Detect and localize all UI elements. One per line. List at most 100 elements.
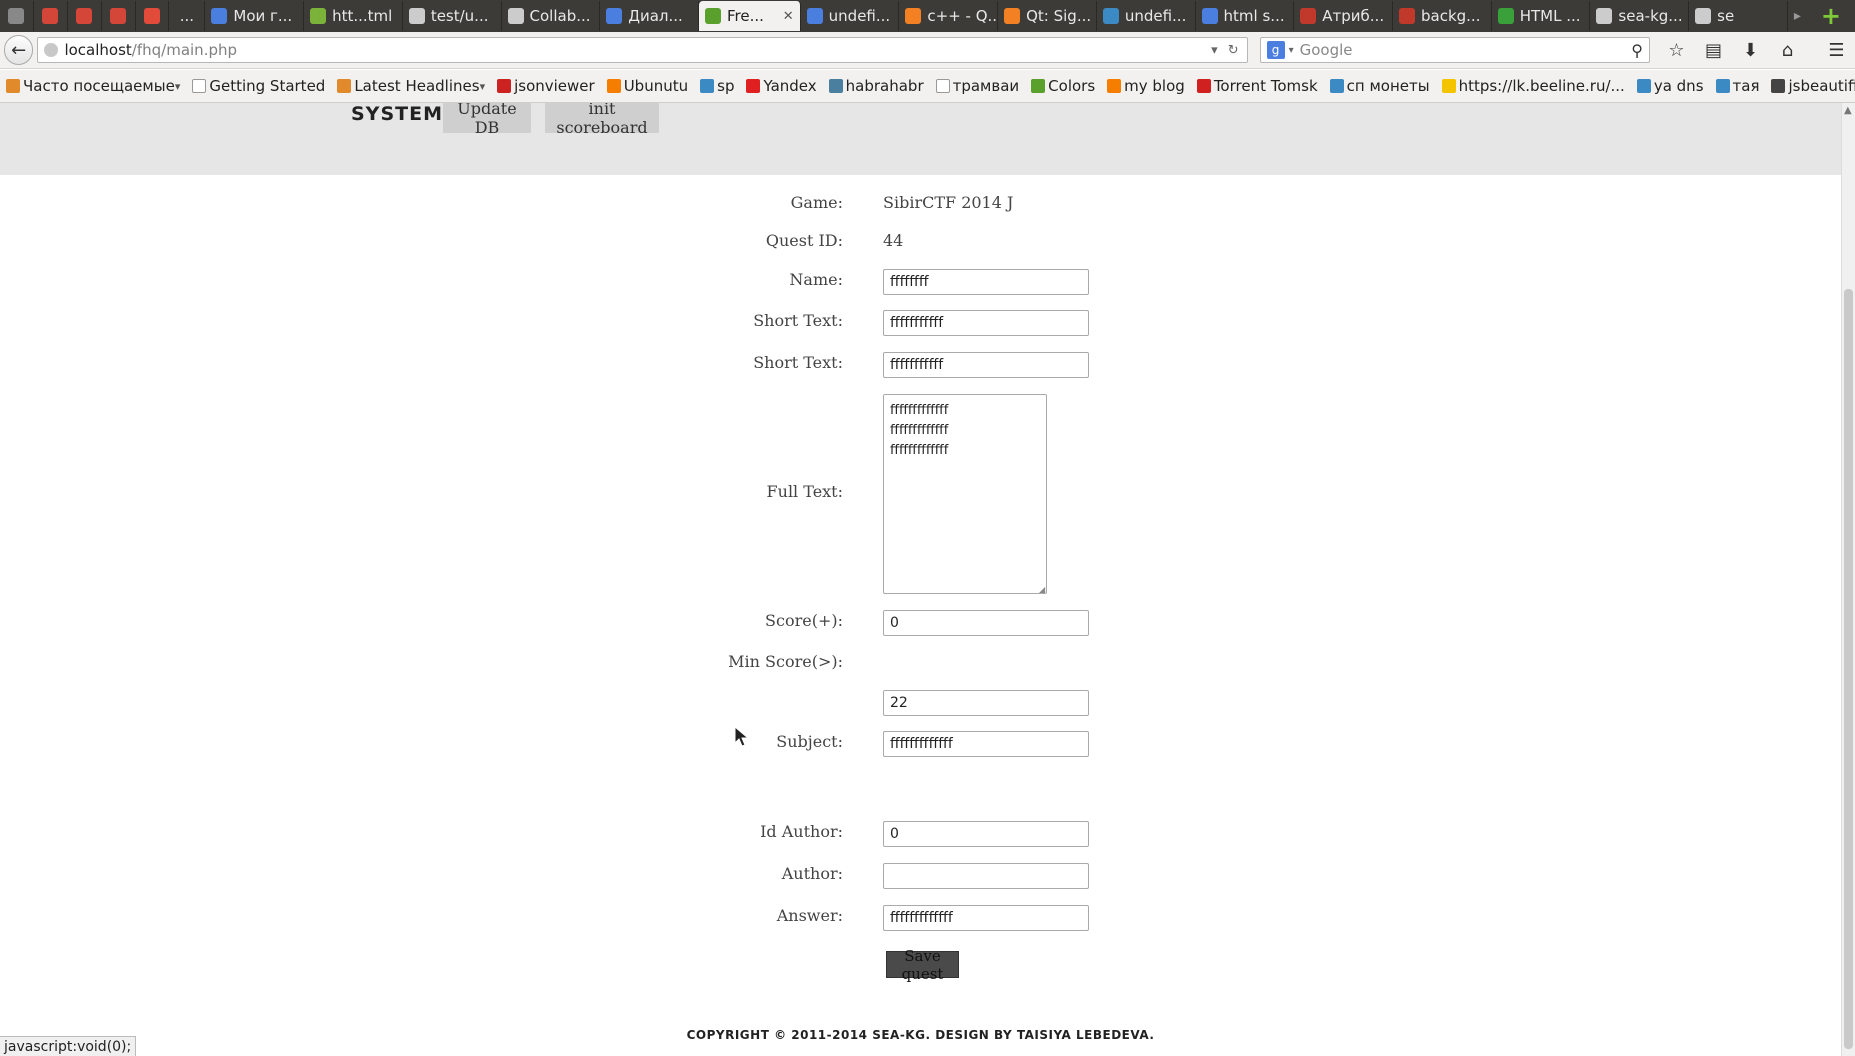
site-identity-icon[interactable] [44,43,59,57]
back-button[interactable]: ← [4,35,34,65]
github-icon [408,8,425,24]
clock-icon [1771,79,1786,93]
bookmark-label: jsbeautifier [1788,77,1855,95]
tab-active[interactable]: Fre... ✕ [698,1,801,31]
bookmark-item[interactable]: тая [1715,77,1759,95]
plane-icon [700,79,715,93]
bookmark-icon [1398,8,1415,24]
google-icon [806,8,823,24]
tab[interactable]: se [1689,1,1788,31]
bookmark-item[interactable]: jsbeautifier [1771,77,1855,95]
tab[interactable]: sea-kg... [1590,1,1690,31]
bookmark-label: jsonviewer [514,77,595,95]
bookmark-item[interactable]: сп монеты [1329,77,1430,95]
answer-input[interactable] [883,905,1089,931]
search-engine-icon[interactable]: g [1266,41,1285,59]
bookmark-item[interactable]: my blog [1107,77,1185,95]
bookmark-item[interactable]: sp [700,77,734,95]
page-icon [192,79,207,93]
id-author-input[interactable] [883,821,1089,847]
new-tab-icon[interactable]: + [1807,2,1855,30]
tab-label: ... [179,7,195,25]
save-quest-button[interactable]: Save quest [886,947,959,983]
close-tab-icon[interactable]: ✕ [783,9,794,24]
gmail-icon [110,8,127,24]
system-panel: SYSTEM: Update DB init scoreboard [0,103,1841,175]
bookmarks-menu-icon[interactable]: ▤ [1695,40,1732,61]
bookmark-item[interactable]: трамваи [935,77,1019,95]
subject-input[interactable] [883,731,1089,757]
reload-icon[interactable]: ↻ [1228,43,1239,58]
score-label: Score(+): [765,611,843,630]
tab-pinned[interactable] [136,1,170,31]
bookmark-item[interactable]: Latest Headlines ▾ [337,77,485,95]
tab-label: c++ - Q... [927,7,999,25]
tab[interactable]: undefi... [801,1,900,31]
bookmark-item[interactable]: https://lk.beeline.ru/... [1441,77,1625,95]
bookmark-label: Часто посещаемые [23,77,175,95]
tab-label: HTML ... [1519,7,1581,25]
menu-icon[interactable]: ☰ [1818,40,1855,61]
tab-pinned[interactable] [0,1,34,31]
tab-label: sea-kg... [1618,7,1683,25]
bookmark-item[interactable]: habrahabr [828,77,924,95]
tab[interactable]: HTML ... [1492,1,1591,31]
full-text-textarea[interactable] [883,394,1047,594]
downloads-icon[interactable]: ⬇ [1732,40,1769,61]
update-db-button[interactable]: Update DB [443,103,531,137]
scrollbar-thumb[interactable] [1844,289,1853,1049]
resize-grip-icon[interactable]: ◢ [1039,585,1045,594]
mail-icon [8,8,25,24]
url-bar[interactable]: localhost/fhq/main.php ▾ ↻ [37,37,1248,63]
name-label: Name: [789,270,843,289]
name-input[interactable] [883,269,1089,295]
tab[interactable]: Диал... [600,1,699,31]
search-bar[interactable]: g ▾ Google ⚲ [1259,37,1650,63]
tab[interactable]: html s... [1196,1,1295,31]
bookmark-item[interactable]: ya dns [1636,77,1704,95]
search-icon[interactable]: ⚲ [1631,41,1643,60]
chevron-down-icon: ▾ [479,79,486,93]
bookmark-item[interactable]: Torrent Tomsk [1196,77,1318,95]
palette-icon [1031,79,1046,93]
bookmark-item[interactable]: jsonviewer [497,77,595,95]
tab-scroll-right-icon[interactable]: ▸ [1788,8,1807,24]
tab-label: backg... [1420,7,1481,25]
page-scrollbar[interactable]: ▲ [1841,103,1855,1056]
tab[interactable]: Qt: Sig... [998,1,1097,31]
init-scoreboard-button[interactable]: init scoreboard [545,103,659,137]
search-engine-dropdown-icon[interactable]: ▾ [1289,45,1294,56]
tab-pinned[interactable] [68,1,102,31]
tab[interactable]: Атриб... [1294,1,1393,31]
author-input[interactable] [883,863,1089,889]
plane-icon [1329,79,1344,93]
tab-pinned[interactable] [102,1,136,31]
bookmark-label: ya dns [1653,77,1704,95]
bookmark-item[interactable]: Ubunutu [606,77,689,95]
tab[interactable]: ... [169,1,206,31]
tab[interactable]: undefi... [1097,1,1196,31]
min-score-label: Min Score(>): [728,652,843,671]
scroll-up-icon[interactable]: ▲ [1844,105,1852,116]
bookmark-item[interactable]: Getting Started [192,77,325,95]
bookmark-star-icon[interactable]: ☆ [1658,40,1695,61]
check-icon [1497,8,1514,24]
url-dropdown-icon[interactable]: ▾ [1211,43,1218,58]
tab[interactable]: Мои г... [205,1,305,31]
tab[interactable]: backg... [1393,1,1492,31]
home-icon[interactable]: ⌂ [1769,40,1806,61]
tab[interactable]: Collab... [502,1,601,31]
bookmark-item[interactable]: Colors [1031,77,1095,95]
short-text-input[interactable] [883,310,1089,336]
score-input[interactable] [883,610,1089,636]
tab[interactable]: c++ - Q... [899,1,999,31]
tab-pinned[interactable] [34,1,68,31]
tab[interactable]: htt...tml [304,1,403,31]
min-score-input[interactable] [883,690,1089,716]
bookmark-label: Ubunutu [623,77,689,95]
short-text-2-input[interactable] [883,352,1089,378]
tab-label: se [1717,7,1735,25]
bookmark-item[interactable]: Yandex [746,77,817,95]
tab[interactable]: test/u... [403,1,502,31]
bookmark-item[interactable]: Часто посещаемые ▾ [6,77,180,95]
